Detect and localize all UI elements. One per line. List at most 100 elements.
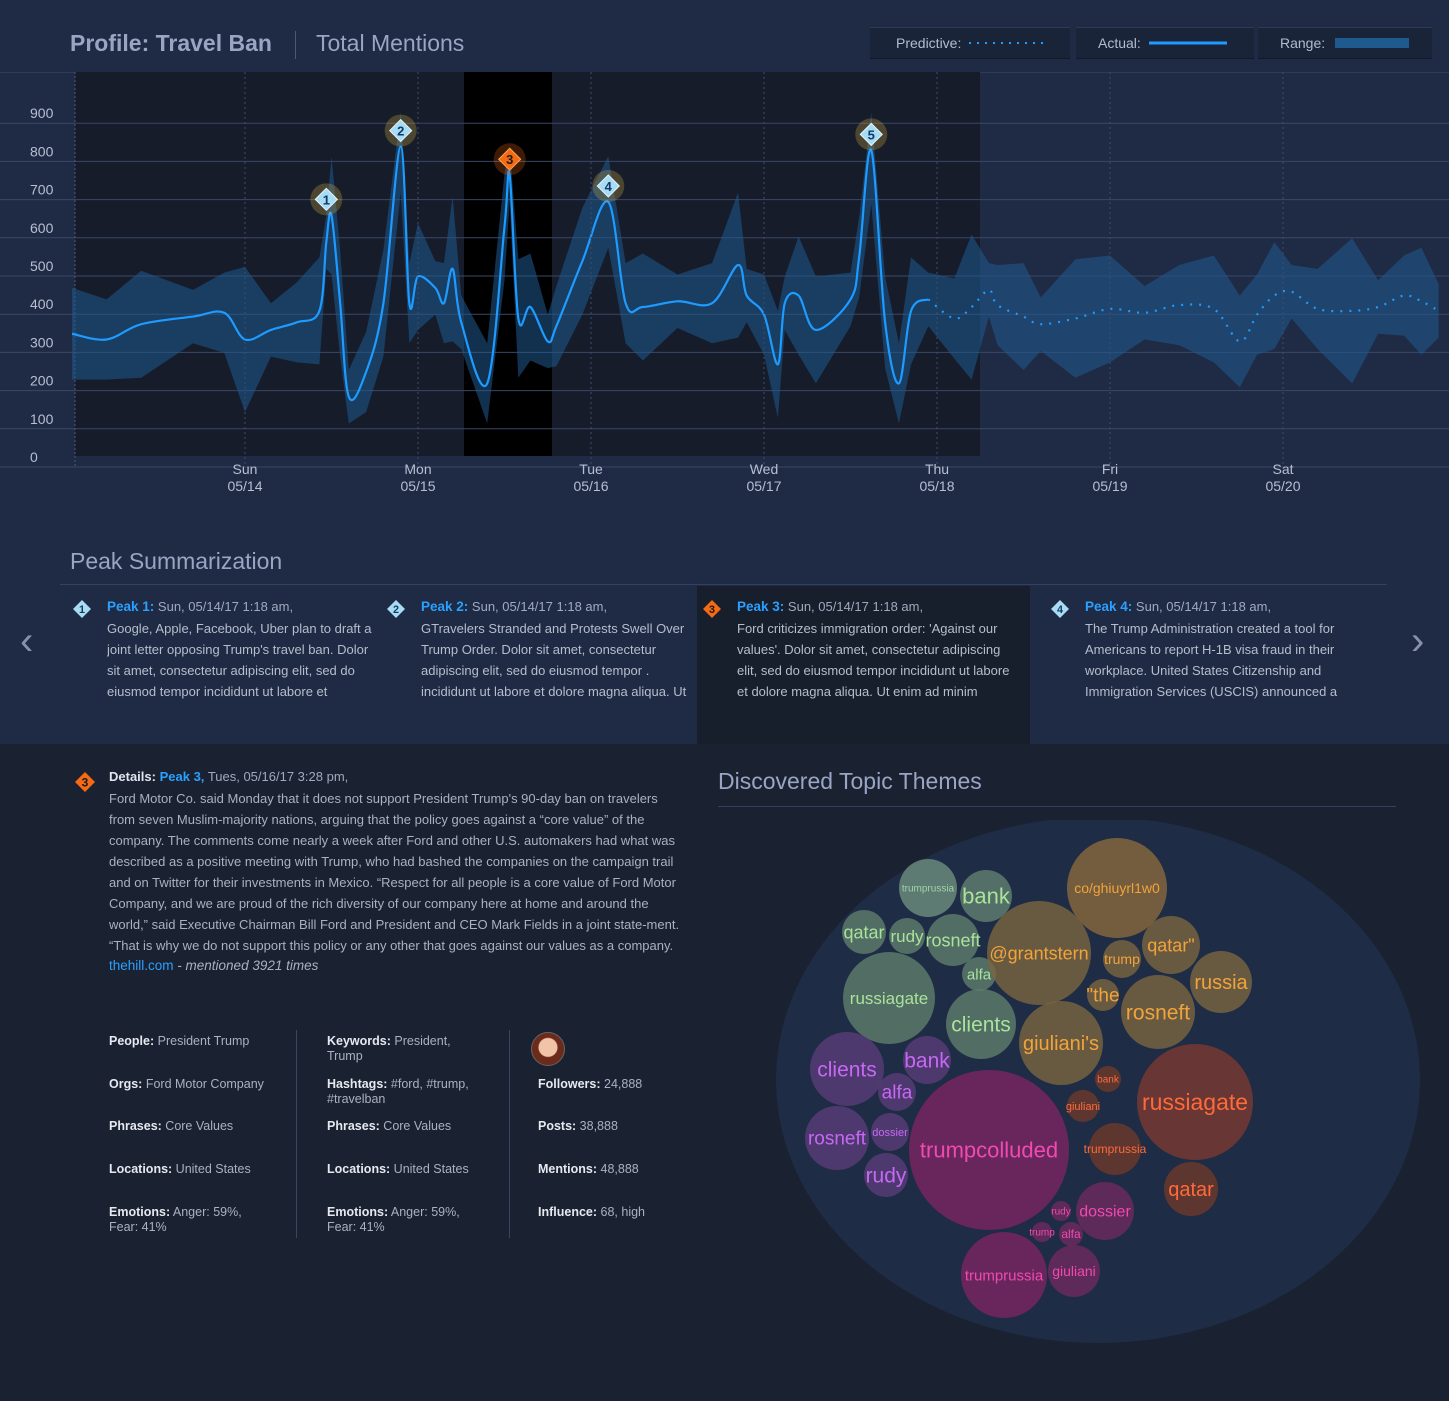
y-tick-label: 500 (30, 258, 54, 274)
peak-label: 1 (323, 192, 330, 207)
legend-range-label: Range: (1280, 35, 1326, 51)
topic-bubble-label: alfa (1061, 1227, 1081, 1241)
topic-bubble-label: alfa (967, 966, 992, 983)
topic-bubble-label: trump (1029, 1228, 1055, 1239)
peak-marker-4[interactable]: 4 (592, 169, 625, 202)
column-divider (296, 1030, 297, 1238)
topic-bubble[interactable]: russiagate (1137, 1044, 1253, 1160)
topic-bubble[interactable]: trumprussia (899, 859, 957, 917)
topic-bubble[interactable]: clients (946, 989, 1016, 1059)
chart-header: Profile: Travel Ban Total Mentions Predi… (0, 0, 1449, 73)
x-tick-date: 05/18 (919, 478, 954, 494)
peak-card-text: Google, Apple, Facebook, Uber plan to dr… (107, 621, 372, 699)
svg-text:3: 3 (82, 776, 89, 790)
peak-card-4[interactable]: 4 Peak 4: Sun, 05/14/17 1:18 am, The Tru… (1034, 586, 1374, 743)
topic-bubble-label: rosneft (808, 1129, 867, 1150)
y-tick-label: 300 (30, 334, 54, 350)
topic-bubble-label: rudy (866, 1164, 907, 1187)
peak-card-1[interactable]: 1 Peak 1: Sun, 05/14/17 1:18 am, Google,… (60, 586, 378, 743)
topic-bubble[interactable]: clients (810, 1032, 884, 1106)
peak-card-text: The Trump Administration created a tool … (1085, 621, 1338, 699)
topic-bubble[interactable]: rudy (889, 918, 925, 954)
peak-card-title: Peak 1: Sun, 05/14/17 1:18 am, (107, 599, 294, 614)
detail-orgs: Orgs: Ford Motor Company (109, 1077, 264, 1091)
peak-label: 4 (605, 179, 613, 194)
topic-bubble[interactable]: rudy (864, 1153, 908, 1197)
topic-bubble-label: qatar (1168, 1179, 1214, 1201)
topic-bubble-label: co/ghiuyrl1w0 (1074, 880, 1160, 896)
topic-bubble-label: clients (817, 1058, 877, 1081)
topic-bubble[interactable]: co/ghiuyrl1w0 (1067, 838, 1167, 938)
topic-bubble[interactable]: trumpcolluded (909, 1070, 1069, 1230)
topic-bubble[interactable]: russia (1190, 951, 1252, 1013)
topic-bubble-label: qatar" (1147, 935, 1194, 955)
topic-bubble[interactable]: bank (960, 870, 1012, 922)
peak-card-2[interactable]: 2 Peak 2: Sun, 05/14/17 1:18 am, GTravel… (380, 586, 696, 743)
selected-period (464, 72, 552, 456)
topic-bubble-label: trump (1104, 951, 1140, 967)
detail-emotions: Emotions: Anger: 59%, Fear: 41% (109, 1205, 242, 1234)
topic-bubble[interactable]: dossier (871, 1113, 909, 1151)
chart-subtitle: Total Mentions (316, 30, 465, 56)
mentions-chart-panel: Profile: Travel Ban Total Mentions Predi… (0, 0, 1449, 528)
topic-bubble-label: bank (1097, 1075, 1120, 1086)
chevron-left-icon[interactable]: ‹ (20, 619, 33, 664)
source-link[interactable]: thehill.com (109, 958, 174, 973)
topic-bubble[interactable]: @grantstern (987, 901, 1091, 1005)
topic-bubble[interactable]: qatar (1164, 1162, 1218, 1216)
topic-bubble-label: giuliani's (1023, 1033, 1099, 1055)
y-tick-label: 900 (30, 105, 54, 121)
topic-bubble-label: russiagate (1142, 1089, 1248, 1115)
topic-bubble[interactable]: qatar (842, 910, 886, 954)
peak-badge-icon: 3 (703, 600, 721, 618)
peak-marker-1[interactable]: 1 (310, 183, 343, 216)
topic-bubble-label: clients (951, 1013, 1011, 1036)
detail-phrases: Phrases: Core Values (327, 1119, 452, 1133)
svg-text:2: 2 (393, 604, 399, 616)
topic-bubble-label: trumprussia (1084, 1142, 1147, 1156)
topic-bubble[interactable]: rudy (1051, 1201, 1071, 1221)
peak-marker-5[interactable]: 5 (855, 118, 888, 151)
details-heading: Details: Peak 3, Tues, 05/16/17 3:28 pm, (109, 769, 349, 784)
peak-card-text: Ford criticizes immigration order: 'Agai… (737, 621, 1010, 699)
x-tick-date: 05/20 (1265, 478, 1300, 494)
y-tick-label: 400 (30, 296, 54, 312)
topic-bubble[interactable]: qatar" (1142, 916, 1200, 974)
topic-bubble[interactable]: dossier (1076, 1182, 1134, 1240)
peak-card-3[interactable]: 3 Peak 3: Sun, 05/14/17 1:18 am, Ford cr… (697, 586, 1030, 744)
topic-bubble[interactable]: bank (1095, 1066, 1121, 1092)
legend-predictive[interactable]: Predictive: (870, 27, 1070, 58)
topic-bubble[interactable]: bank (903, 1036, 951, 1084)
topic-bubble[interactable]: alfa (878, 1073, 916, 1111)
detail-people: People: President Trump (109, 1034, 250, 1048)
topic-bubble[interactable]: russiagate (843, 952, 935, 1044)
topic-bubble[interactable]: giuliani (1048, 1245, 1100, 1297)
topic-themes-heading: Discovered Topic Themes (718, 768, 982, 794)
peak-marker-3[interactable]: 3 (493, 143, 526, 176)
topic-bubble-label: rudy (1051, 1207, 1070, 1218)
chevron-right-icon[interactable]: › (1411, 619, 1424, 664)
topic-bubble[interactable]: trumprussia (961, 1232, 1047, 1318)
column-divider (509, 1030, 510, 1238)
topic-bubble[interactable]: trump (1103, 940, 1141, 978)
avatar[interactable] (531, 1032, 565, 1066)
peak-marker-2[interactable]: 2 (384, 114, 417, 147)
legend-predictive-label: Predictive: (896, 35, 962, 51)
x-tick-date: 05/14 (227, 478, 262, 494)
topic-bubble[interactable]: giuliani's (1019, 1001, 1103, 1085)
details-body: Ford Motor Co. said Monday that it does … (109, 791, 680, 953)
peak-summary-divider (60, 584, 1387, 585)
x-tick-date: 05/16 (573, 478, 608, 494)
topic-bubble-label: trumpcolluded (920, 1138, 1058, 1163)
details-peak-badge-icon: 3 (75, 772, 95, 792)
topic-bubble[interactable]: alfa (1059, 1222, 1083, 1246)
legend-actual[interactable]: Actual: (1076, 27, 1254, 58)
topic-bubble[interactable]: rosneft (805, 1106, 869, 1170)
svg-text:3: 3 (709, 604, 715, 616)
peak-summary-heading: Peak Summarization (70, 548, 283, 574)
x-tick-day: Sat (1272, 461, 1293, 477)
x-tick-date: 05/17 (746, 478, 781, 494)
title-divider (295, 31, 296, 59)
legend-range[interactable]: Range: (1258, 27, 1432, 58)
topic-bubble[interactable]: rosneft (1121, 975, 1195, 1049)
